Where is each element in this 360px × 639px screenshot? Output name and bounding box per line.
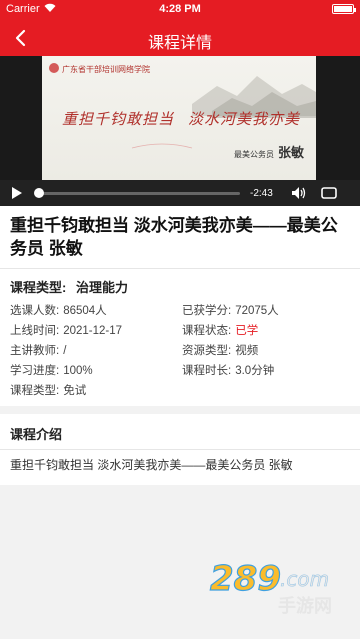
play-button[interactable] xyxy=(6,180,28,206)
course-type-value: 治理能力 xyxy=(75,280,128,295)
fullscreen-button[interactable] xyxy=(318,180,340,206)
course-title: 重担千钧敢担当 淡水河美我亦美——最美公务员 张敏 xyxy=(10,216,338,258)
course-type-label: 课程类型: xyxy=(10,280,67,295)
status-value: 已学 xyxy=(235,325,259,337)
play-icon xyxy=(12,187,22,199)
detail-teacher: 主讲教师: / xyxy=(10,345,67,357)
speaker-name: 张敏 xyxy=(277,146,304,161)
detail-resource-type: 资源类型: 视频 xyxy=(182,345,259,357)
detail-duration: 课程时长: 3.0分钟 xyxy=(182,365,275,377)
volume-button[interactable] xyxy=(288,180,310,206)
org-caption: 广东省干部培训网络学院 xyxy=(62,65,150,74)
headline-right: 淡水河美我亦美 xyxy=(188,110,301,128)
battery-icon xyxy=(332,4,356,17)
speaker-icon xyxy=(292,187,306,199)
detail-status: 课程状态: 已学 xyxy=(182,325,259,337)
video-controls: -2:43 xyxy=(0,180,360,206)
intro-heading: 课程介绍 xyxy=(10,427,63,442)
intro-text: 重担千钧敢担当 淡水河美我亦美——最美公务员 张敏 xyxy=(10,458,293,472)
site-watermark-logo: 289 .com 手游网 xyxy=(208,556,344,617)
course-info-card: 重担千钧敢担当 淡水河美我亦美——最美公务员 张敏 课程类型: 治理能力 选课人… xyxy=(0,206,360,406)
detail-credits: 已获学分: 72075人 xyxy=(182,305,279,317)
detail-online-date: 上线时间: 2021-12-17 xyxy=(10,325,123,337)
video-frame[interactable]: 广东省干部培训网络学院 重担千钧敢担当 淡水河美我亦美 最美公务员 张敏 xyxy=(42,56,316,182)
fullscreen-icon xyxy=(321,187,337,199)
svg-text:手游网: 手游网 xyxy=(278,595,332,616)
course-intro-card: 课程介绍 重担千钧敢担当 淡水河美我亦美——最美公务员 张敏 xyxy=(0,414,360,485)
svg-text:.com: .com xyxy=(280,567,329,591)
headline-left: 重担千钧敢担当 xyxy=(62,110,175,128)
course-details: 选课人数: 86504人 已获学分: 72075人 上线时间: 2021-12-17 … xyxy=(0,300,360,406)
detail-enrolled: 选课人数: 86504人 xyxy=(10,305,107,317)
progress-knob[interactable] xyxy=(34,187,44,198)
course-type-row: 课程类型: 治理能力 xyxy=(0,269,360,300)
status-time: 4:28 PM xyxy=(159,3,201,15)
status-bar: Carrier 4:28 PM xyxy=(0,0,360,20)
detail-progress: 学习进度: 100% xyxy=(10,365,93,377)
page-title: 课程详情 xyxy=(147,35,212,52)
emblem-icon xyxy=(49,63,59,73)
svg-text:289: 289 xyxy=(210,559,281,599)
navigation-bar: 课程详情 xyxy=(0,20,360,56)
detail-exam-type: 课程类型: 免试 xyxy=(10,385,87,397)
remaining-time: -2:43 xyxy=(250,187,273,199)
video-player[interactable]: 广东省干部培训网络学院 重担千钧敢担当 淡水河美我亦美 最美公务员 张敏 -2:43 xyxy=(0,56,360,206)
progress-slider[interactable] xyxy=(34,187,240,198)
speaker-label: 最美公务员 xyxy=(233,150,274,159)
